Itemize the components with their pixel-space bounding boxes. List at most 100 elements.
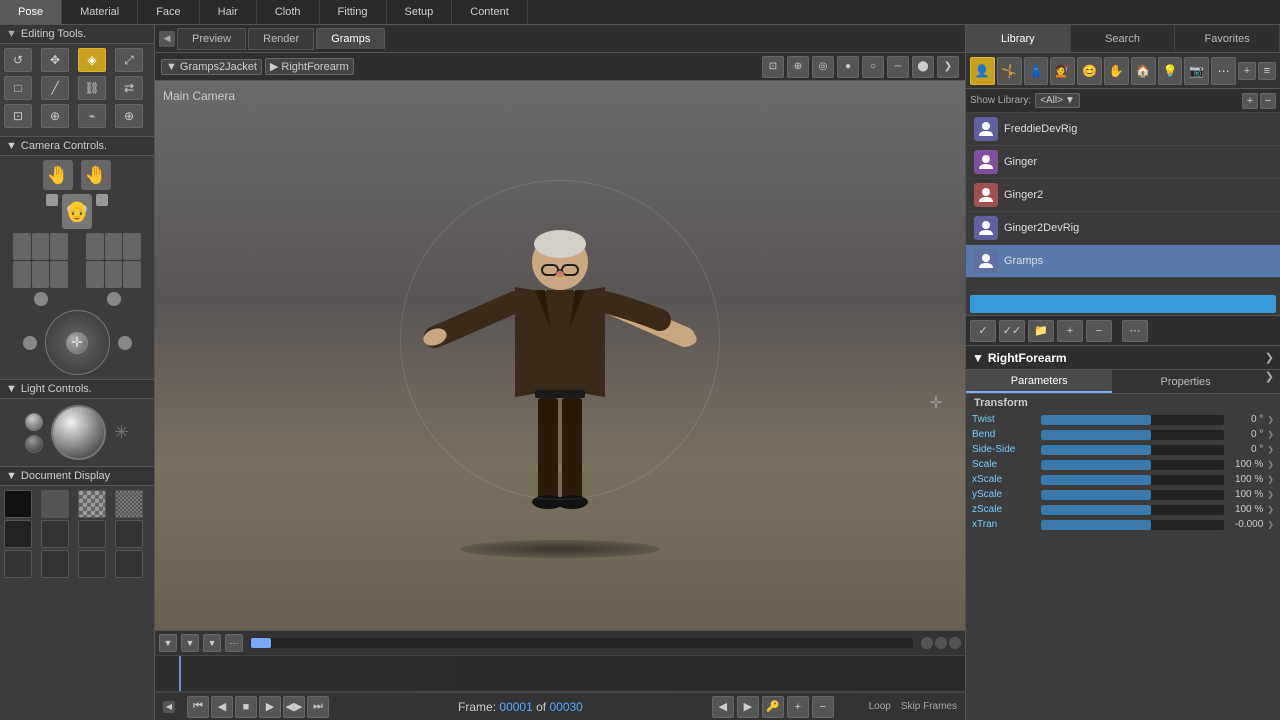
- viewport-tab-arrow-left[interactable]: ◀: [159, 31, 175, 47]
- hand-pose-10[interactable]: [86, 261, 104, 288]
- tab-properties[interactable]: Properties: [1112, 370, 1258, 393]
- lib-icon-clothes[interactable]: 👗: [1024, 57, 1049, 85]
- doc-item-black[interactable]: [4, 490, 32, 518]
- vp-tool-2[interactable]: ⊕: [787, 56, 809, 78]
- lib-item-ginger2[interactable]: Ginger2: [966, 179, 1280, 212]
- lib-icon-prop[interactable]: 🏠: [1131, 57, 1156, 85]
- tl-next-btn[interactable]: ⏭: [307, 696, 329, 718]
- top-tab-face[interactable]: Face: [138, 0, 199, 24]
- param-slider[interactable]: [1041, 505, 1224, 515]
- compass-widget[interactable]: ✛: [45, 310, 110, 375]
- param-arrow[interactable]: ❯: [1267, 520, 1274, 529]
- tool-select[interactable]: ◈: [78, 48, 106, 72]
- param-arrow[interactable]: ❯: [1267, 460, 1274, 469]
- vp-tool-4[interactable]: ●: [837, 56, 859, 78]
- param-slider[interactable]: [1041, 490, 1224, 500]
- tl-btn-3[interactable]: ▼: [203, 634, 221, 652]
- lib-icon-camera[interactable]: 📷: [1184, 57, 1209, 85]
- param-slider[interactable]: [1041, 415, 1224, 425]
- tl-play-btn[interactable]: ▶: [259, 696, 281, 718]
- tl-key-btn[interactable]: 🔑: [762, 696, 784, 718]
- lib-filter-add-btn[interactable]: +: [1242, 93, 1258, 109]
- lib-menu-btn[interactable]: ⋯: [1122, 320, 1148, 342]
- param-slider[interactable]: [1041, 520, 1224, 530]
- param-arrow[interactable]: ❯: [1267, 475, 1274, 484]
- tool-sym[interactable]: ⇄: [115, 76, 143, 100]
- tl-step-back-btn[interactable]: ◀: [211, 696, 233, 718]
- tool-bone[interactable]: ╱: [41, 76, 69, 100]
- tab-favorites[interactable]: Favorites: [1175, 25, 1280, 52]
- hand-pose-8[interactable]: [105, 233, 123, 260]
- doc-item-9[interactable]: [4, 550, 32, 578]
- vp-tool-6[interactable]: ─: [887, 56, 909, 78]
- tl-prev-btn[interactable]: ⏮: [187, 696, 209, 718]
- tl-stop-btn[interactable]: ■: [235, 696, 257, 718]
- tl-plus-btn[interactable]: +: [787, 696, 809, 718]
- lib-icon-light[interactable]: 💡: [1158, 57, 1183, 85]
- cam-link2-icon[interactable]: [96, 194, 108, 206]
- lib-icon-pose[interactable]: 🤸: [997, 57, 1022, 85]
- hand-pose-9[interactable]: [123, 233, 141, 260]
- hand-pose-2[interactable]: [32, 233, 50, 260]
- doc-item-5[interactable]: [4, 520, 32, 548]
- tab-preview[interactable]: Preview: [177, 28, 246, 50]
- vp-tool-8[interactable]: ❯: [937, 56, 959, 78]
- param-arrow[interactable]: ❯: [1267, 505, 1274, 514]
- vp-tool-7[interactable]: ⬤: [912, 56, 934, 78]
- doc-item-7[interactable]: [78, 520, 106, 548]
- tab-render[interactable]: Render: [248, 28, 314, 50]
- top-tab-setup[interactable]: Setup: [387, 0, 453, 24]
- vp-tool-3[interactable]: ◎: [812, 56, 834, 78]
- breadcrumb-rightforearm[interactable]: ▶ RightForearm: [265, 58, 354, 75]
- top-tab-cloth[interactable]: Cloth: [257, 0, 320, 24]
- tl-nav-left-btn[interactable]: ◀: [712, 696, 734, 718]
- hand-pose-4[interactable]: [13, 261, 31, 288]
- param-slider[interactable]: [1041, 445, 1224, 455]
- tool-axis[interactable]: ⊕: [115, 104, 143, 128]
- tab-search[interactable]: Search: [1071, 25, 1176, 52]
- tab-gramps[interactable]: Gramps: [316, 28, 385, 49]
- lib-filter-minus-btn[interactable]: −: [1260, 93, 1276, 109]
- lib-check-btn[interactable]: ✓: [970, 320, 996, 342]
- tab-parameters[interactable]: Parameters: [966, 370, 1112, 393]
- doc-item-gray[interactable]: [41, 490, 69, 518]
- hand-pose-12[interactable]: [123, 261, 141, 288]
- tool-transform[interactable]: ⤢: [115, 48, 143, 72]
- param-slider[interactable]: [1041, 460, 1224, 470]
- lib-icon-hand[interactable]: ✋: [1104, 57, 1129, 85]
- cam-dot-right[interactable]: [107, 292, 121, 306]
- doc-item-6[interactable]: [41, 520, 69, 548]
- tool-box[interactable]: □: [4, 76, 32, 100]
- lib-item-gramps[interactable]: Gramps: [966, 245, 1280, 278]
- param-slider[interactable]: [1041, 475, 1224, 485]
- lib-collapse-btn[interactable]: ≡: [1258, 62, 1276, 80]
- tl-nav-right-btn[interactable]: ▶: [737, 696, 759, 718]
- cam-link-icon[interactable]: [46, 194, 58, 206]
- lib-icon-hair[interactable]: 💇: [1050, 57, 1075, 85]
- lib-item-ginger[interactable]: Ginger: [966, 146, 1280, 179]
- lib-expand-btn[interactable]: +: [1238, 62, 1256, 80]
- top-tab-pose[interactable]: Pose: [0, 0, 62, 24]
- tl-down-btn[interactable]: ▼: [159, 634, 177, 652]
- param-slider[interactable]: [1041, 430, 1224, 440]
- cam-dot-left[interactable]: [34, 292, 48, 306]
- top-tab-material[interactable]: Material: [62, 0, 138, 24]
- cam-dot-bottom-left[interactable]: [23, 336, 37, 350]
- hand-pose-1[interactable]: [13, 233, 31, 260]
- tool-move[interactable]: ✥: [41, 48, 69, 72]
- doc-item-10[interactable]: [41, 550, 69, 578]
- tl-btn-2[interactable]: ▼: [181, 634, 199, 652]
- vp-tool-1[interactable]: ⊡: [762, 56, 784, 78]
- lib-add-item-btn[interactable]: +: [1057, 320, 1083, 342]
- doc-item-checker2[interactable]: [115, 490, 143, 518]
- top-tab-content[interactable]: Content: [452, 0, 528, 24]
- param-arrow[interactable]: ❯: [1267, 490, 1274, 499]
- breadcrumb-gramps2jacket[interactable]: ▼ Gramps2Jacket: [161, 59, 262, 75]
- cam-dot-bottom-right[interactable]: [118, 336, 132, 350]
- hand-right-icon[interactable]: 🤚: [81, 160, 111, 190]
- lib-item-freddiedevrig[interactable]: FreddieDevRig: [966, 113, 1280, 146]
- lib-icon-face[interactable]: 😊: [1077, 57, 1102, 85]
- tool-chain[interactable]: ⛓: [78, 76, 106, 100]
- param-arrow[interactable]: ❯: [1267, 415, 1274, 424]
- hand-pose-3[interactable]: [50, 233, 68, 260]
